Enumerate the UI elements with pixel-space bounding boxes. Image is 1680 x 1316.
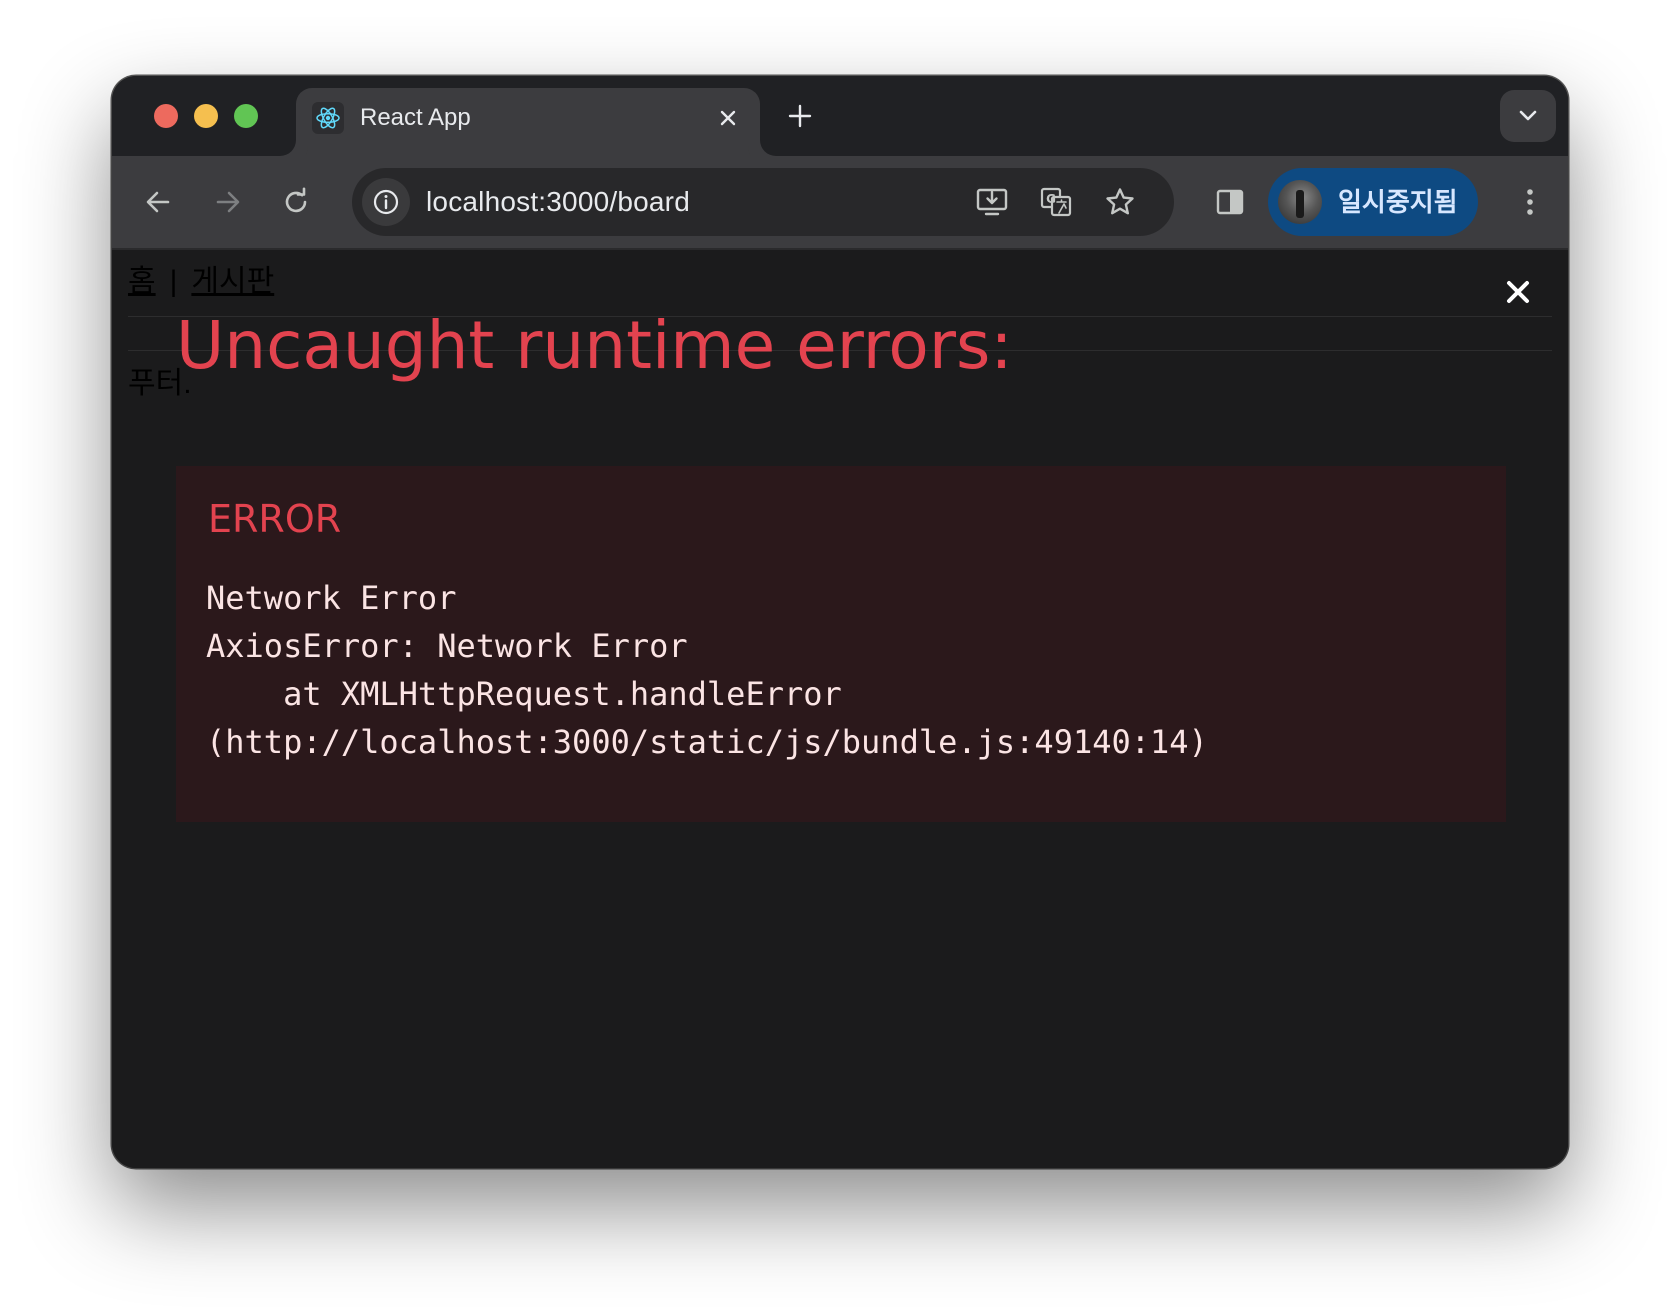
avatar (1278, 180, 1322, 224)
profile-button[interactable]: 일시중지됨 (1268, 168, 1478, 236)
error-box: ERROR Network Error AxiosError: Network … (176, 466, 1506, 822)
side-panel-icon[interactable] (1206, 178, 1254, 226)
tab-title: React App (360, 104, 471, 131)
svg-text:G: G (1046, 192, 1056, 206)
error-label: ERROR (208, 497, 342, 541)
arrow-left-icon[interactable] (134, 178, 182, 226)
react-logo-icon (312, 102, 344, 134)
translate-icon[interactable]: G (1032, 178, 1080, 226)
tab-react-app[interactable]: React App (296, 88, 760, 156)
info-icon[interactable] (362, 178, 410, 226)
profile-status-label: 일시중지됨 (1338, 187, 1458, 217)
window-minimize-button[interactable] (194, 104, 218, 128)
star-icon[interactable] (1096, 178, 1144, 226)
chevron-down-icon[interactable] (1500, 90, 1556, 142)
browser-window: React App localhost:3000/board G 일시중지됨 홈… (112, 76, 1568, 1168)
reload-icon[interactable] (272, 178, 320, 226)
arrow-right-icon[interactable] (204, 178, 252, 226)
close-icon[interactable] (1498, 272, 1538, 312)
address-bar[interactable]: localhost:3000/board G (352, 168, 1174, 236)
tab-strip: React App (112, 76, 1568, 156)
nav-link-home[interactable]: 홈 (128, 265, 156, 298)
kebab-menu-icon[interactable] (1506, 178, 1554, 226)
window-close-button[interactable] (154, 104, 178, 128)
url-text[interactable]: localhost:3000/board (426, 186, 690, 218)
install-app-icon[interactable] (968, 178, 1016, 226)
tab-close-icon[interactable] (712, 102, 744, 134)
nav-separator: | (169, 265, 178, 298)
page-nav: 홈 | 게시판 (128, 262, 274, 302)
page-content: 홈 | 게시판 푸터. Uncaught runtime errors: ERROR… (112, 250, 1568, 1168)
browser-toolbar: localhost:3000/board G 일시중지됨 (112, 156, 1568, 250)
error-message: Network Error AxiosError: Network Error … (206, 579, 1208, 761)
window-maximize-button[interactable] (234, 104, 258, 128)
nav-link-board[interactable]: 게시판 (191, 265, 274, 298)
plus-icon[interactable] (782, 98, 818, 134)
error-overlay-title: Uncaught runtime errors: (176, 307, 1013, 384)
